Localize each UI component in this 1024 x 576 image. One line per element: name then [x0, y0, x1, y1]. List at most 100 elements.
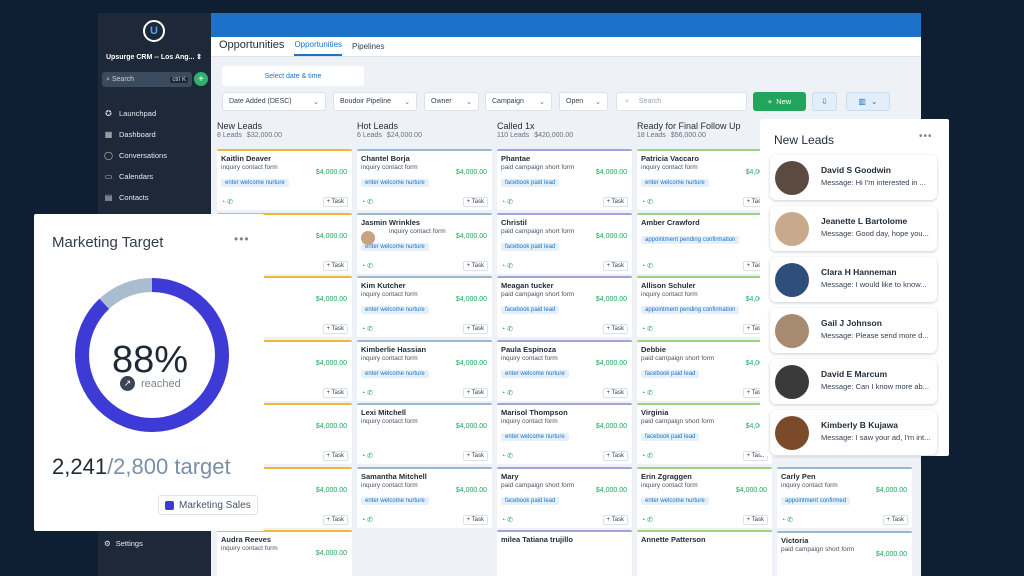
opportunity-card[interactable]: Amber Crawford appointment pending confir…	[637, 212, 772, 274]
add-task-button[interactable]: + Task	[602, 324, 628, 334]
chat-phone-icon[interactable]: ◔ ✆	[641, 389, 653, 397]
opportunity-card[interactable]: Kimberlie Hassian inquiry contact form $4,…	[357, 339, 492, 401]
add-task-button[interactable]: + Task	[322, 260, 348, 271]
lead-item[interactable]: Gail J Johnson Message: Please send more …	[770, 308, 937, 353]
view-toggle-button[interactable]: ▥ ⌄	[846, 92, 890, 111]
add-task-button[interactable]: + Task	[462, 260, 488, 271]
lead-item[interactable]: Clara H Hanneman Message: I would like to…	[770, 257, 937, 302]
card-value: $4,000.00	[595, 232, 627, 240]
sidebar-item-dashboard[interactable]: ▦ Dashboard	[104, 126, 204, 142]
chat-phone-icon[interactable]: ◔ ✆	[361, 389, 373, 397]
column-count: 8 Leads	[217, 132, 242, 139]
opportunity-card[interactable]: Phantae paid campaign short form $4,000.00…	[497, 149, 632, 210]
opportunity-card[interactable]: Carly Pen inquiry contact form $4,000.00 ap…	[777, 467, 912, 528]
opportunity-card[interactable]: Allison Schuler inquiry contact form $4,00…	[637, 276, 772, 337]
status-dropdown[interactable]: Open ⌄	[559, 92, 608, 111]
lead-item[interactable]: Jeanette L Bartolome Message: Good day, h…	[770, 206, 937, 251]
add-task-button[interactable]: + Task	[602, 260, 628, 271]
chat-phone-icon[interactable]: ◔ ✆	[501, 452, 513, 460]
chat-phone-icon[interactable]: ◔ ✆	[501, 389, 513, 397]
opportunity-card[interactable]: Meagan tucker paid campaign short form $4,…	[497, 276, 632, 337]
quick-add-button[interactable]: +	[194, 72, 208, 86]
add-task-button[interactable]: + Task	[602, 387, 628, 398]
chat-phone-icon[interactable]: ◔ ✆	[501, 262, 513, 270]
chat-phone-icon[interactable]: ◔ ✆	[361, 198, 373, 206]
chat-phone-icon[interactable]: ◔ ✆	[641, 452, 653, 460]
more-icon[interactable]: •••	[234, 232, 250, 246]
add-task-button[interactable]: + Task	[462, 197, 488, 207]
pipeline-dropdown[interactable]: Boudoir Pipeline ⌄	[333, 92, 417, 111]
date-picker-button[interactable]: Select date & time	[222, 66, 364, 86]
chat-phone-icon[interactable]: ◔ ✆	[641, 516, 653, 524]
opportunity-card[interactable]: Debbie paid campaign short form $4,000 face…	[637, 339, 772, 401]
lead-item[interactable]: Kimberly B Kujawa Message: I saw your ad,…	[770, 410, 937, 455]
search-input[interactable]: ⌕ Search	[616, 92, 747, 111]
add-task-button[interactable]: + Task	[322, 514, 348, 525]
sidebar-item-contacts[interactable]: ▤ Contacts	[104, 189, 204, 205]
sidebar-item-launchpad[interactable]: ✪ Launchpad	[104, 105, 204, 121]
chat-phone-icon[interactable]: ◔ ✆	[361, 262, 373, 270]
add-task-button[interactable]: + Task	[462, 387, 488, 398]
import-button[interactable]: ⇩	[812, 92, 837, 111]
opportunity-card[interactable]: Kaitlin Deaver inquiry contact form $4,000…	[217, 149, 352, 210]
chat-phone-icon[interactable]: ◔ ✆	[501, 516, 513, 524]
chat-phone-icon[interactable]: ◔ ✆	[501, 198, 513, 206]
opportunity-card[interactable]: Samantha Mitchell inquiry contact form $4,…	[357, 466, 492, 528]
tab-opportunities[interactable]: Opportunities	[294, 40, 343, 56]
add-task-button[interactable]: + Task	[602, 514, 628, 525]
chat-phone-icon[interactable]: ◔ ✆	[361, 516, 373, 524]
lead-item[interactable]: David E Marcum Message: Can I know more a…	[770, 359, 937, 404]
chat-phone-icon[interactable]: ◔ ✆	[641, 198, 653, 206]
opportunity-card[interactable]: Annette Patterson◔ ✆+ Task	[637, 530, 772, 576]
opportunity-card[interactable]: milea Tatiana trujillo◔ ✆+ Task	[497, 530, 632, 576]
sidebar-item-settings[interactable]: ⚙ Settings	[104, 539, 143, 548]
more-icon[interactable]: •••	[919, 131, 933, 142]
chat-phone-icon[interactable]: ◔ ✆	[641, 262, 653, 270]
add-task-button[interactable]: + Task	[322, 387, 348, 398]
new-opportunity-button[interactable]: + New	[753, 92, 806, 111]
add-task-button[interactable]: + Task	[322, 197, 348, 207]
chat-phone-icon[interactable]: ◔ ✆	[781, 516, 793, 524]
sort-dropdown[interactable]: Date Added (DESC) ⌄	[222, 92, 326, 111]
opportunity-card[interactable]: Kim Kutcher inquiry contact form $4,000.00…	[357, 276, 492, 337]
sidebar-search[interactable]: ⌕ Search ctrl K	[102, 72, 192, 87]
add-task-button[interactable]: + Task	[462, 324, 488, 334]
sidebar-item-calendars[interactable]: ▭ Calendars	[104, 168, 204, 184]
add-task-button[interactable]: + Task	[602, 451, 628, 461]
card-source: paid campaign short form	[501, 291, 575, 298]
card-name: Kimberlie Hassian	[361, 344, 427, 354]
card-value: $4,000.00	[315, 423, 347, 430]
lead-item[interactable]: David S Goodwin Message: Hi I'm intereste…	[770, 155, 937, 200]
account-switcher[interactable]: Upsurge CRM -- Los Ang... ⇕	[102, 49, 206, 65]
owner-dropdown[interactable]: Owner ⌄	[424, 92, 479, 111]
opportunity-card[interactable]: Erin Zgraggen inquiry contact form $4,000.…	[637, 466, 772, 528]
add-task-button[interactable]: + Task	[322, 451, 348, 461]
chevron-down-icon: ⌄	[313, 98, 319, 106]
chat-phone-icon[interactable]: ◔ ✆	[361, 325, 373, 333]
opportunity-card[interactable]: Jasmin Wrinkles inquiry contact form $4,00…	[357, 212, 492, 274]
chat-phone-icon[interactable]: ◔ ✆	[221, 198, 233, 206]
sidebar-item-conversations[interactable]: ◯ Conversations	[104, 147, 204, 163]
campaign-dropdown[interactable]: Campaign ⌄	[485, 92, 552, 111]
opportunity-card[interactable]: Victoria paid campaign short form $4,000.0…	[777, 530, 912, 576]
add-task-button[interactable]: + Task	[742, 514, 768, 525]
add-task-button[interactable]: + Task	[882, 515, 908, 525]
opportunity-card[interactable]: Lexi Mitchell inquiry contact form $4,000.…	[357, 403, 492, 464]
opportunity-card[interactable]: Mary paid campaign short form $4,000.00 fac…	[497, 466, 632, 528]
add-task-button[interactable]: + Task	[322, 324, 348, 334]
opportunity-card[interactable]: Patricia Vaccaro inquiry contact form $4,0…	[637, 149, 772, 210]
opportunity-card[interactable]: Virginia paid campaign short form $4,000 fa…	[637, 403, 772, 464]
chat-phone-icon[interactable]: ◔ ✆	[501, 325, 513, 333]
opportunity-card[interactable]: Christil paid campaign short form $4,000.0…	[497, 212, 632, 274]
add-task-button[interactable]: + Task	[602, 197, 628, 207]
opportunity-card[interactable]: Chantel Borja inquiry contact form $4,000.…	[357, 149, 492, 210]
opportunity-card[interactable]: Marisol Thompson inquiry contact form $4,0…	[497, 403, 632, 464]
chat-phone-icon[interactable]: ◔ ✆	[361, 452, 373, 460]
chat-phone-icon[interactable]: ◔ ✆	[641, 325, 653, 333]
add-task-button[interactable]: + Task	[462, 514, 488, 525]
tab-pipelines[interactable]: Pipelines	[352, 42, 384, 56]
opportunity-card[interactable]: Paula Espinoza inquiry contact form $4,000…	[497, 339, 632, 401]
opportunity-card[interactable]: Audra Reeves inquiry contact form $4,000.0…	[217, 530, 352, 576]
lead-name: David S Goodwin	[821, 165, 891, 175]
add-task-button[interactable]: + Task	[462, 451, 488, 461]
